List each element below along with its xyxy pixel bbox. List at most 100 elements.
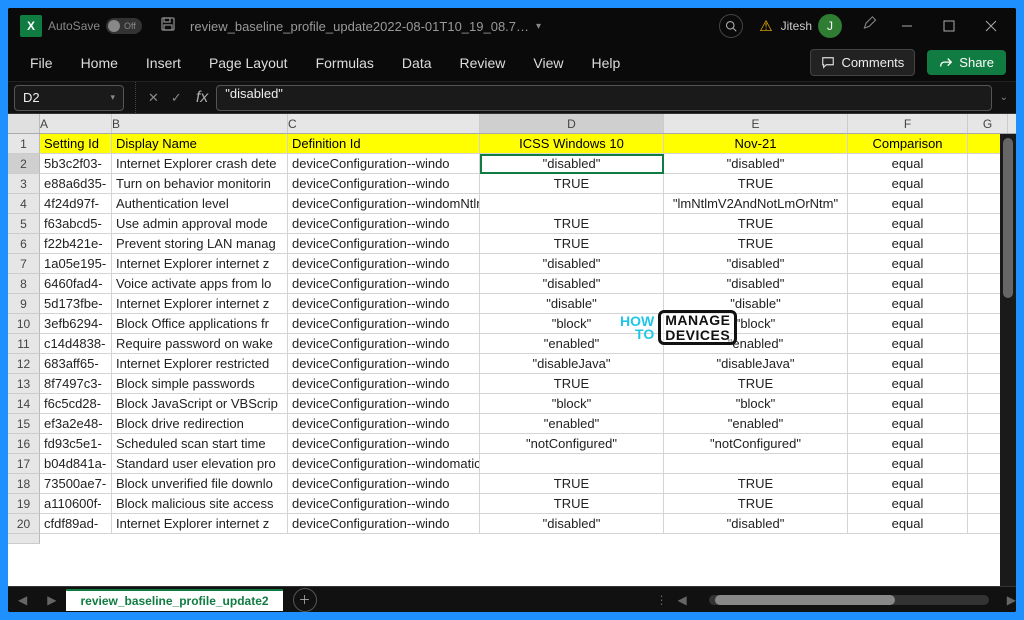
cell-E19[interactable]: TRUE: [664, 494, 848, 514]
cell-C18[interactable]: deviceConfiguration--windo: [288, 474, 480, 494]
cell-F12[interactable]: equal: [848, 354, 968, 374]
cell-E7[interactable]: "disabled": [664, 254, 848, 274]
minimize-button[interactable]: [886, 8, 928, 44]
cell-E11[interactable]: "enabled": [664, 334, 848, 354]
confirm-icon[interactable]: ✓: [171, 90, 182, 106]
tab-insert[interactable]: Insert: [134, 49, 193, 77]
cell-C7[interactable]: deviceConfiguration--windo: [288, 254, 480, 274]
name-box[interactable]: D2 ▾: [14, 85, 124, 111]
cell-B7[interactable]: Internet Explorer internet z: [112, 254, 288, 274]
cell-A17[interactable]: b04d841a-: [40, 454, 112, 474]
tab-view[interactable]: View: [521, 49, 575, 77]
cell-F13[interactable]: equal: [848, 374, 968, 394]
col-header-C[interactable]: C: [288, 114, 480, 133]
cell-E1[interactable]: Nov-21: [664, 134, 848, 154]
sheet-nav-next-icon[interactable]: ▶: [37, 593, 66, 607]
row-header[interactable]: 16: [8, 434, 40, 454]
cell-C11[interactable]: deviceConfiguration--windo: [288, 334, 480, 354]
cell-B8[interactable]: Voice activate apps from lo: [112, 274, 288, 294]
vertical-scrollbar[interactable]: [1000, 134, 1016, 586]
cell-A18[interactable]: 73500ae7-: [40, 474, 112, 494]
cancel-icon[interactable]: ✕: [148, 90, 159, 106]
cell-D14[interactable]: "block": [480, 394, 664, 414]
cell-F5[interactable]: equal: [848, 214, 968, 234]
cell-A11[interactable]: c14d4838-: [40, 334, 112, 354]
cell-D19[interactable]: TRUE: [480, 494, 664, 514]
cell-C4[interactable]: deviceConfiguration--windomNtlmV2AndNotL…: [288, 194, 480, 214]
cell-B9[interactable]: Internet Explorer internet z: [112, 294, 288, 314]
cell-C9[interactable]: deviceConfiguration--windo: [288, 294, 480, 314]
cell-A20[interactable]: cfdf89ad-: [40, 514, 112, 534]
cell-C20[interactable]: deviceConfiguration--windo: [288, 514, 480, 534]
cell-E16[interactable]: "notConfigured": [664, 434, 848, 454]
tab-file[interactable]: File: [18, 49, 65, 77]
row-header[interactable]: 2: [8, 154, 40, 174]
cell-B17[interactable]: Standard user elevation pro: [112, 454, 288, 474]
row-header[interactable]: 19: [8, 494, 40, 514]
cell-D15[interactable]: "enabled": [480, 414, 664, 434]
cell-B19[interactable]: Block malicious site access: [112, 494, 288, 514]
cell-E17[interactable]: [664, 454, 848, 474]
hscroll-right-icon[interactable]: ▶: [1007, 593, 1016, 607]
cell-D18[interactable]: TRUE: [480, 474, 664, 494]
cell-D6[interactable]: TRUE: [480, 234, 664, 254]
tab-help[interactable]: Help: [580, 49, 633, 77]
cell-E6[interactable]: TRUE: [664, 234, 848, 254]
tab-home[interactable]: Home: [69, 49, 130, 77]
cell-A14[interactable]: f6c5cd28-: [40, 394, 112, 414]
col-header-E[interactable]: E: [664, 114, 848, 133]
cell-E9[interactable]: "disable": [664, 294, 848, 314]
cell-C2[interactable]: deviceConfiguration--windo: [288, 154, 480, 174]
chevron-down-icon[interactable]: ▾: [110, 92, 115, 103]
sheet-tab[interactable]: review_baseline_profile_update2: [66, 589, 282, 611]
cell-D13[interactable]: TRUE: [480, 374, 664, 394]
cell-C10[interactable]: deviceConfiguration--windo: [288, 314, 480, 334]
cell-C12[interactable]: deviceConfiguration--windo: [288, 354, 480, 374]
cell-F3[interactable]: equal: [848, 174, 968, 194]
cell-A1[interactable]: Setting Id: [40, 134, 112, 154]
cell-C8[interactable]: deviceConfiguration--windo: [288, 274, 480, 294]
sheet-split-icon[interactable]: ⋮: [646, 593, 678, 607]
toggle-track[interactable]: Off: [106, 18, 142, 34]
grid[interactable]: A B C D E F G 1Setting IdDisplay NameDef…: [8, 114, 1016, 586]
cell-D20[interactable]: "disabled": [480, 514, 664, 534]
cell-C13[interactable]: deviceConfiguration--windo: [288, 374, 480, 394]
row-header[interactable]: 4: [8, 194, 40, 214]
select-all-corner[interactable]: [8, 114, 40, 133]
col-header-F[interactable]: F: [848, 114, 968, 133]
cell-F1[interactable]: Comparison: [848, 134, 968, 154]
cell-B4[interactable]: Authentication level: [112, 194, 288, 214]
formula-input[interactable]: "disabled": [216, 85, 991, 111]
cell-C15[interactable]: deviceConfiguration--windo: [288, 414, 480, 434]
row-header[interactable]: 10: [8, 314, 40, 334]
close-button[interactable]: [970, 8, 1012, 44]
cell-E14[interactable]: "block": [664, 394, 848, 414]
cell-A16[interactable]: fd93c5e1-: [40, 434, 112, 454]
tab-data[interactable]: Data: [390, 49, 444, 77]
cell-A2[interactable]: 5b3c2f03-: [40, 154, 112, 174]
vscroll-thumb[interactable]: [1003, 138, 1013, 298]
cell-F19[interactable]: equal: [848, 494, 968, 514]
comments-button[interactable]: Comments: [810, 49, 915, 76]
cell-F15[interactable]: equal: [848, 414, 968, 434]
cell-B3[interactable]: Turn on behavior monitorin: [112, 174, 288, 194]
cell-D3[interactable]: TRUE: [480, 174, 664, 194]
col-header-A[interactable]: A: [40, 114, 112, 133]
row-header[interactable]: 13: [8, 374, 40, 394]
cell-A8[interactable]: 6460fad4-: [40, 274, 112, 294]
row-header[interactable]: 15: [8, 414, 40, 434]
cell-C19[interactable]: deviceConfiguration--windo: [288, 494, 480, 514]
cell-F9[interactable]: equal: [848, 294, 968, 314]
share-button[interactable]: Share: [927, 50, 1006, 75]
hscroll-thumb[interactable]: [715, 595, 895, 605]
cell-B20[interactable]: Internet Explorer internet z: [112, 514, 288, 534]
row-header[interactable]: 1: [8, 134, 40, 154]
row-header[interactable]: 3: [8, 174, 40, 194]
cell-E13[interactable]: TRUE: [664, 374, 848, 394]
cell-F18[interactable]: equal: [848, 474, 968, 494]
cell-B2[interactable]: Internet Explorer crash dete: [112, 154, 288, 174]
row-header[interactable]: 12: [8, 354, 40, 374]
filename-dropdown-icon[interactable]: ▾: [536, 21, 541, 32]
cell-B16[interactable]: Scheduled scan start time: [112, 434, 288, 454]
col-header-D[interactable]: D: [480, 114, 664, 133]
